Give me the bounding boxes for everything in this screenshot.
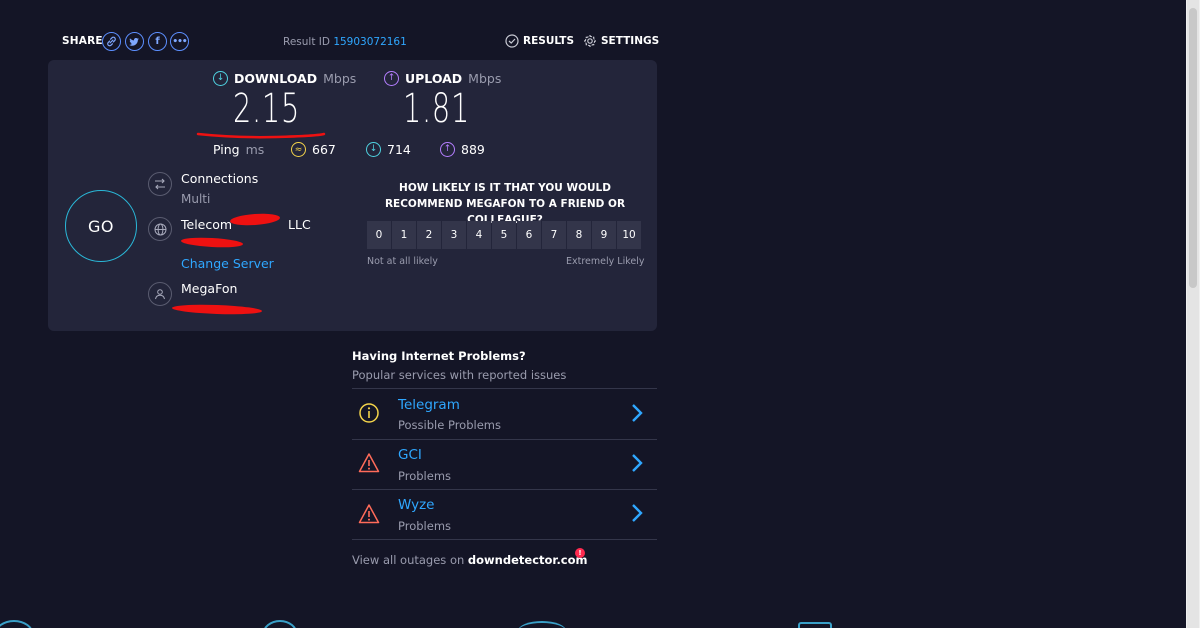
idle-latency-icon: ≈ bbox=[291, 142, 306, 157]
divider bbox=[352, 489, 657, 490]
partial-icon bbox=[518, 621, 566, 628]
partial-icon bbox=[0, 620, 34, 628]
info-icon bbox=[359, 403, 379, 423]
user-icon bbox=[148, 282, 172, 306]
downdetector-link[interactable]: downdetector.com bbox=[468, 553, 588, 567]
rating-option[interactable]: 7 bbox=[542, 221, 566, 249]
ping-download: ↓ 714 bbox=[366, 142, 411, 157]
settings-button[interactable]: SETTINGS bbox=[583, 34, 659, 48]
provider-name: MegaFon bbox=[181, 281, 238, 296]
downdetector-footer: View all outages on downdetector.com bbox=[352, 553, 588, 567]
upload-latency-icon: ↑ bbox=[440, 142, 455, 157]
ping-idle-value: 667 bbox=[312, 142, 336, 157]
share-label: SHARE bbox=[62, 35, 103, 47]
twitter-icon[interactable] bbox=[125, 32, 144, 51]
download-header: ↓ DOWNLOAD Mbps bbox=[213, 71, 356, 86]
change-server-link[interactable]: Change Server bbox=[181, 256, 274, 271]
download-arrow-icon: ↓ bbox=[213, 71, 228, 86]
download-unit: Mbps bbox=[323, 71, 357, 86]
rating-option[interactable]: 6 bbox=[517, 221, 541, 249]
upload-header: ↑ UPLOAD Mbps bbox=[384, 71, 501, 86]
ping-download-value: 714 bbox=[387, 142, 411, 157]
facebook-icon[interactable]: f bbox=[148, 32, 167, 51]
ping-label: Ping bbox=[213, 142, 240, 157]
rating-option[interactable]: 8 bbox=[567, 221, 591, 249]
problems-subtitle: Popular services with reported issues bbox=[352, 368, 567, 382]
ping-unit: ms bbox=[245, 142, 265, 157]
upload-label: UPLOAD bbox=[405, 71, 463, 86]
more-icon[interactable]: ••• bbox=[170, 32, 189, 51]
download-speed-value: 2.15 bbox=[233, 86, 301, 132]
scrollbar-thumb[interactable] bbox=[1189, 8, 1197, 288]
upload-speed-value: 1.81 bbox=[403, 86, 471, 132]
settings-label: SETTINGS bbox=[601, 35, 660, 47]
problem-service-status: Problems bbox=[398, 469, 452, 483]
rating-option[interactable]: 0 bbox=[367, 221, 391, 249]
ping-upload: ↑ 889 bbox=[440, 142, 485, 157]
upload-arrow-icon: ↑ bbox=[384, 71, 399, 86]
problem-service-status: Problems bbox=[398, 519, 452, 533]
globe-icon bbox=[148, 217, 172, 241]
connections-icon[interactable] bbox=[148, 172, 172, 196]
rating-option[interactable]: 2 bbox=[417, 221, 441, 249]
server-name-suffix: LLC bbox=[288, 217, 311, 232]
rating-high-label: Extremely Likely bbox=[566, 256, 645, 267]
results-label: RESULTS bbox=[523, 35, 575, 47]
upload-unit: Mbps bbox=[468, 71, 502, 86]
download-label: DOWNLOAD bbox=[234, 71, 318, 86]
chevron-right-icon[interactable] bbox=[630, 453, 644, 473]
partial-icon bbox=[798, 622, 832, 628]
connections-title: Connections bbox=[181, 171, 259, 186]
rating-option[interactable]: 3 bbox=[442, 221, 466, 249]
rating-option[interactable]: 1 bbox=[392, 221, 416, 249]
warning-icon bbox=[358, 504, 380, 524]
problem-service-status: Possible Problems bbox=[398, 418, 501, 432]
check-circle-icon bbox=[505, 34, 519, 48]
partial-icon bbox=[262, 620, 298, 628]
downdetector-prefix: View all outages on bbox=[352, 553, 465, 567]
go-button[interactable]: GO bbox=[65, 190, 137, 262]
ping-upload-value: 889 bbox=[461, 142, 485, 157]
result-id: Result ID 15903072161 bbox=[283, 36, 407, 48]
problem-service-name[interactable]: Telegram bbox=[398, 397, 460, 413]
alert-badge-icon: ! bbox=[575, 548, 585, 558]
ping-label-group: Ping ms bbox=[213, 142, 264, 157]
rating-option[interactable]: 5 bbox=[492, 221, 516, 249]
download-latency-icon: ↓ bbox=[366, 142, 381, 157]
connections-value: Multi bbox=[181, 192, 211, 206]
rating-option[interactable]: 4 bbox=[467, 221, 491, 249]
warning-icon bbox=[358, 453, 380, 473]
red-annotation-underline bbox=[196, 132, 326, 139]
rating-option[interactable]: 9 bbox=[592, 221, 616, 249]
link-icon[interactable] bbox=[102, 32, 121, 51]
problem-service-name[interactable]: GCI bbox=[398, 447, 422, 463]
result-id-value[interactable]: 15903072161 bbox=[333, 36, 407, 48]
divider bbox=[352, 539, 657, 540]
gear-icon bbox=[584, 35, 596, 47]
ping-idle: ≈ 667 bbox=[291, 142, 336, 157]
results-button[interactable]: RESULTS bbox=[505, 34, 574, 48]
rating-low-label: Not at all likely bbox=[367, 256, 438, 267]
server-name-prefix: Telecom bbox=[181, 217, 233, 232]
rating-option[interactable]: 10 bbox=[617, 221, 641, 249]
problem-service-name[interactable]: Wyze bbox=[398, 497, 435, 513]
result-id-label: Result ID bbox=[283, 36, 330, 48]
divider bbox=[352, 388, 657, 389]
chevron-right-icon[interactable] bbox=[630, 503, 644, 523]
chevron-right-icon[interactable] bbox=[630, 403, 644, 423]
divider bbox=[352, 439, 657, 440]
problems-title: Having Internet Problems? bbox=[352, 349, 526, 363]
rating-scale: 0 1 2 3 4 5 6 7 8 9 10 bbox=[367, 221, 641, 249]
